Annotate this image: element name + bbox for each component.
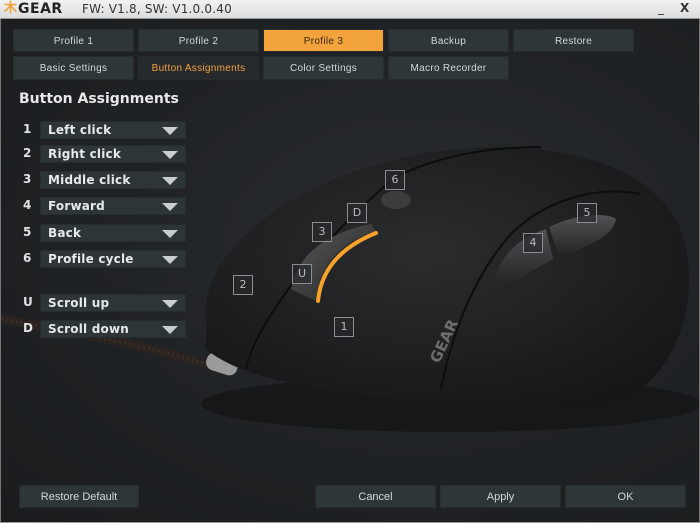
assignment-dropdown-3[interactable]: Middle click <box>40 171 186 189</box>
dropdown-value: Forward <box>48 199 105 213</box>
scroll-wheel-glow <box>316 231 378 303</box>
mouse-brand-text: GEAR <box>426 316 462 365</box>
tab-color-settings[interactable]: Color Settings <box>263 56 384 80</box>
tab-profile-2[interactable]: Profile 2 <box>138 29 259 52</box>
tab-basic-settings[interactable]: Basic Settings <box>13 56 134 80</box>
assignment-dropdown-scroll-up[interactable]: Scroll up <box>40 294 186 312</box>
tab-profile-1[interactable]: Profile 1 <box>13 29 134 52</box>
mouse-body <box>205 147 690 410</box>
marker-scroll-down[interactable]: D <box>347 203 367 223</box>
tab-label: Backup <box>430 36 467 47</box>
assignment-dropdown-4[interactable]: Forward <box>40 197 186 215</box>
marker-scroll-up[interactable]: U <box>292 264 312 284</box>
button-key-label: 3 <box>23 172 32 186</box>
fnatic-logo-icon: ⽊ <box>4 1 18 16</box>
caret-down-icon <box>162 203 178 211</box>
apply-button[interactable]: Apply <box>440 485 561 508</box>
assignment-row-scroll-up: U Scroll up <box>1 294 191 312</box>
tab-label: Restore <box>554 36 593 47</box>
caret-down-icon <box>162 127 178 135</box>
button-key-label: 5 <box>23 225 32 239</box>
tab-label: Color Settings <box>289 63 357 74</box>
tab-label: Profile 2 <box>178 36 219 47</box>
button-key-label: 2 <box>23 146 32 160</box>
dropdown-value: Left click <box>48 123 112 137</box>
caret-down-icon <box>162 326 178 334</box>
close-button[interactable]: X <box>680 1 689 15</box>
button-key-label: 1 <box>23 122 32 136</box>
scroll-wheel <box>291 224 376 301</box>
tab-label: Profile 1 <box>53 36 94 47</box>
main-window: GEAR Profile 1 Profile 2 Profile 3 Backu… <box>0 19 700 523</box>
marker-button-3[interactable]: 3 <box>312 222 332 242</box>
dropdown-value: Right click <box>48 147 122 161</box>
marker-button-2[interactable]: 2 <box>233 275 253 295</box>
marker-button-6[interactable]: 6 <box>385 170 405 190</box>
caret-down-icon <box>162 151 178 159</box>
marker-button-4[interactable]: 4 <box>523 233 543 253</box>
tab-label: Macro Recorder <box>410 63 487 74</box>
tab-label: Profile 3 <box>303 36 344 47</box>
cable-strain-relief <box>206 352 238 376</box>
assignment-dropdown-scroll-down[interactable]: Scroll down <box>40 320 186 338</box>
marker-button-5[interactable]: 5 <box>577 203 597 223</box>
fnatic-gear-logo: ⽊ GEAR <box>4 1 63 17</box>
dropdown-value: Back <box>48 226 82 240</box>
assignment-dropdown-2[interactable]: Right click <box>40 145 186 163</box>
title-bar: ⽊ GEAR FW: V1.8, SW: V1.0.0.40 _ X <box>0 0 700 19</box>
minimize-button[interactable]: _ <box>658 1 664 15</box>
dropdown-value: Scroll up <box>48 296 110 310</box>
caret-down-icon <box>162 177 178 185</box>
caret-down-icon <box>162 300 178 308</box>
tab-macro-recorder[interactable]: Macro Recorder <box>388 56 509 80</box>
restore-default-button[interactable]: Restore Default <box>19 485 139 508</box>
profile-cycle-button <box>381 191 411 209</box>
assignment-dropdown-1[interactable]: Left click <box>40 121 186 139</box>
assignment-row-5: 5 Back <box>1 224 191 242</box>
assignment-row-6: 6 Profile cycle <box>1 250 191 268</box>
tab-backup[interactable]: Backup <box>388 29 509 52</box>
caret-down-icon <box>162 230 178 238</box>
logo-text: GEAR <box>18 1 63 17</box>
assignment-row-scroll-down: D Scroll down <box>1 320 191 338</box>
assignment-row-2: 2 Right click <box>1 145 191 163</box>
assignment-row-3: 3 Middle click <box>1 171 191 189</box>
marker-button-1[interactable]: 1 <box>334 317 354 337</box>
tab-restore[interactable]: Restore <box>513 29 634 52</box>
tab-label: Button Assignments <box>151 63 246 74</box>
version-info: FW: V1.8, SW: V1.0.0.40 <box>82 2 232 16</box>
section-title: Button Assignments <box>19 91 179 107</box>
assignment-row-4: 4 Forward <box>1 197 191 215</box>
dropdown-value: Scroll down <box>48 322 129 336</box>
assignment-row-1: 1 Left click <box>1 121 191 139</box>
button-key-label: 6 <box>23 251 32 265</box>
button-key-label: U <box>23 295 33 309</box>
caret-down-icon <box>162 256 178 264</box>
tab-profile-3[interactable]: Profile 3 <box>263 29 384 52</box>
assignment-dropdown-6[interactable]: Profile cycle <box>40 250 186 268</box>
dropdown-value: Middle click <box>48 173 131 187</box>
button-key-label: D <box>23 321 33 335</box>
cancel-button[interactable]: Cancel <box>315 485 436 508</box>
button-key-label: 4 <box>23 198 32 212</box>
assignment-dropdown-5[interactable]: Back <box>40 224 186 242</box>
dropdown-value: Profile cycle <box>48 252 134 266</box>
tab-button-assignments[interactable]: Button Assignments <box>138 56 259 80</box>
tab-label: Basic Settings <box>39 63 108 74</box>
ok-button[interactable]: OK <box>565 485 686 508</box>
